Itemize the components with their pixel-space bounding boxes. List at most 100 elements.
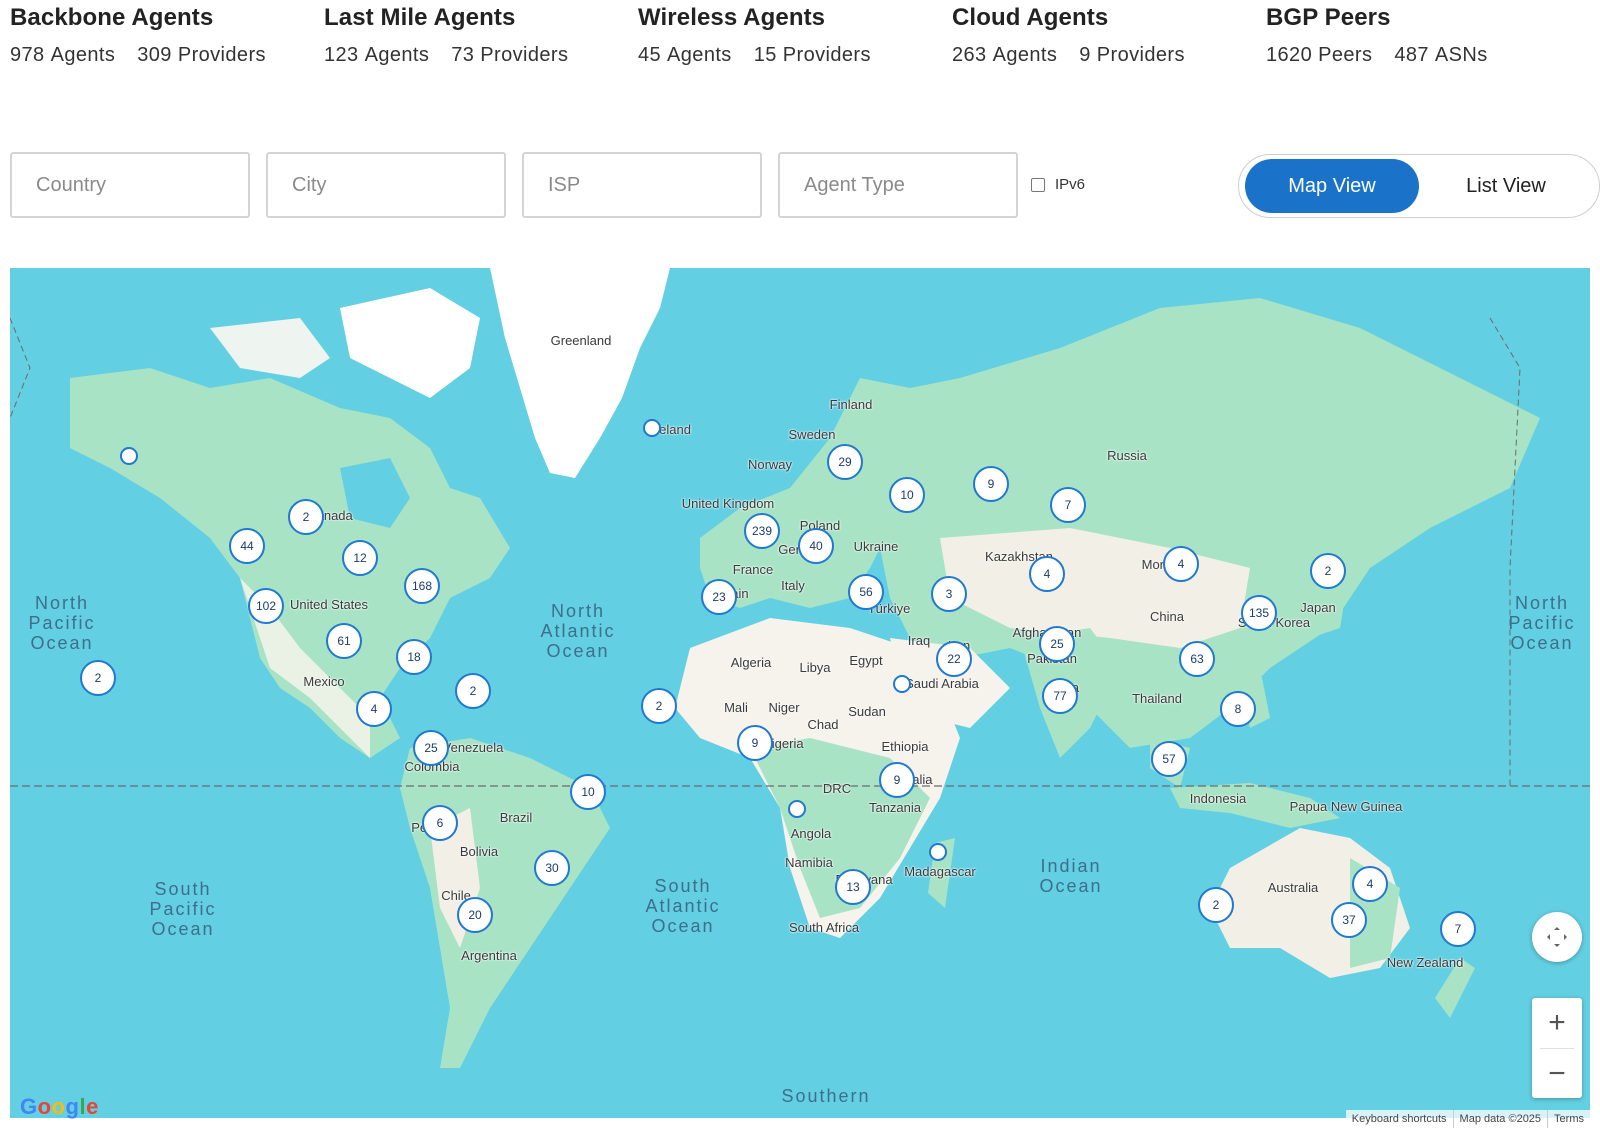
place-label: Indonesia bbox=[1189, 791, 1247, 806]
place-label: Mali bbox=[724, 700, 748, 715]
zoom-out-button[interactable]: − bbox=[1532, 1049, 1582, 1099]
map-cluster-marker[interactable]: 2 bbox=[80, 660, 116, 696]
ocean-label: North Atlantic Ocean bbox=[540, 601, 616, 661]
map-cluster-marker[interactable]: 7 bbox=[1440, 911, 1476, 947]
map-cluster-marker[interactable]: 4 bbox=[1029, 556, 1065, 592]
map-cluster-marker[interactable]: 10 bbox=[889, 477, 925, 513]
map-cluster-marker[interactable]: 61 bbox=[326, 623, 362, 659]
isp-input[interactable] bbox=[524, 154, 760, 216]
map-cluster-marker[interactable]: 18 bbox=[396, 639, 432, 675]
map-cluster-marker[interactable]: 4 bbox=[1163, 546, 1199, 582]
place-label: Norway bbox=[747, 457, 793, 472]
place-label: France bbox=[732, 562, 774, 577]
place-label: Japan bbox=[1300, 600, 1336, 615]
place-label: Saudi Arabia bbox=[905, 676, 979, 691]
map-marker-single[interactable] bbox=[643, 419, 661, 437]
place-label: Egypt bbox=[849, 653, 883, 668]
map-cluster-marker[interactable]: 2 bbox=[1198, 887, 1234, 923]
place-label: Russia bbox=[1107, 448, 1147, 463]
stat-unit: ASNs bbox=[1434, 44, 1488, 66]
stat-unit: Peers bbox=[1318, 44, 1373, 66]
agent-type-field[interactable] bbox=[778, 152, 1018, 218]
zoom-in-icon: + bbox=[1548, 1006, 1566, 1039]
terms-link[interactable]: Terms bbox=[1547, 1110, 1590, 1128]
map-cluster-marker[interactable]: 63 bbox=[1179, 641, 1215, 677]
map-cluster-marker[interactable]: 2 bbox=[455, 673, 491, 709]
ipv6-checkbox[interactable]: IPv6 bbox=[1031, 176, 1085, 193]
keyboard-shortcuts-link[interactable]: Keyboard shortcuts bbox=[1346, 1110, 1453, 1128]
zoom-in-button[interactable]: + bbox=[1532, 998, 1582, 1048]
list-view-button[interactable]: List View bbox=[1419, 159, 1593, 213]
map-cluster-marker[interactable]: 9 bbox=[973, 466, 1009, 502]
zoom-out-icon: − bbox=[1548, 1057, 1566, 1090]
checkbox-box[interactable] bbox=[1031, 177, 1045, 192]
agent-type-input[interactable] bbox=[780, 154, 1016, 216]
map-cluster-marker[interactable]: 57 bbox=[1151, 741, 1187, 777]
map-cluster-marker[interactable]: 29 bbox=[827, 444, 863, 480]
fullscreen-button[interactable] bbox=[1532, 912, 1582, 962]
stat-title: Backbone Agents bbox=[10, 4, 214, 31]
stat-unit: Providers bbox=[782, 44, 871, 66]
map-data-label: Map data ©2025 bbox=[1452, 1110, 1548, 1128]
country-field[interactable] bbox=[10, 152, 250, 218]
map-cluster-marker[interactable]: 4 bbox=[1352, 866, 1388, 902]
city-input[interactable] bbox=[268, 154, 504, 216]
map-land-layer bbox=[10, 268, 1590, 1128]
map-cluster-marker[interactable]: 22 bbox=[936, 641, 972, 677]
map-cluster-marker[interactable]: 7 bbox=[1050, 487, 1086, 523]
world-map[interactable]: North Pacific Ocean North Atlantic Ocean… bbox=[10, 268, 1590, 1128]
place-label: Ethiopia bbox=[881, 739, 929, 754]
map-view-button[interactable]: Map View bbox=[1245, 159, 1419, 213]
map-cluster-marker[interactable]: 4 bbox=[356, 691, 392, 727]
map-cluster-marker[interactable]: 56 bbox=[848, 574, 884, 610]
map-cluster-marker[interactable]: 3 bbox=[931, 576, 967, 612]
map-cluster-marker[interactable]: 102 bbox=[248, 588, 284, 624]
map-cluster-marker[interactable]: 135 bbox=[1241, 595, 1277, 631]
map-cluster-marker[interactable]: 9 bbox=[879, 762, 915, 798]
map-cluster-marker[interactable]: 30 bbox=[534, 850, 570, 886]
ocean-label: South Atlantic Ocean bbox=[645, 876, 721, 936]
place-label: Finland bbox=[829, 397, 873, 412]
place-label: Venezuela bbox=[442, 740, 504, 755]
stat-unit: Agents bbox=[50, 44, 116, 66]
map-cluster-marker[interactable]: 25 bbox=[413, 730, 449, 766]
map-cluster-marker[interactable]: 44 bbox=[229, 528, 265, 564]
map-cluster-marker[interactable]: 20 bbox=[457, 897, 493, 933]
map-cluster-marker[interactable]: 8 bbox=[1220, 691, 1256, 727]
country-input[interactable] bbox=[12, 154, 248, 216]
map-cluster-marker[interactable]: 2 bbox=[288, 499, 324, 535]
map-cluster-marker[interactable]: 9 bbox=[737, 725, 773, 761]
place-label: Mexico bbox=[303, 674, 345, 689]
stat-unit: Agents bbox=[667, 44, 732, 66]
map-cluster-marker[interactable]: 12 bbox=[342, 540, 378, 576]
ocean-label: North Pacific Ocean bbox=[1508, 593, 1576, 653]
stat-value: 487 bbox=[1394, 44, 1429, 66]
place-label: Libya bbox=[799, 660, 831, 675]
map-cluster-marker[interactable]: 23 bbox=[701, 579, 737, 615]
map-marker-single[interactable] bbox=[788, 800, 806, 818]
stat-unit: Agents bbox=[364, 44, 430, 66]
map-cluster-marker[interactable]: 77 bbox=[1042, 678, 1078, 714]
map-marker-single[interactable] bbox=[120, 447, 138, 465]
map-cluster-marker[interactable]: 2 bbox=[641, 688, 677, 724]
map-cluster-marker[interactable]: 168 bbox=[404, 568, 440, 604]
map-cluster-marker[interactable]: 239 bbox=[744, 513, 780, 549]
fullscreen-icon bbox=[1547, 927, 1567, 947]
stat-unit: Providers bbox=[480, 44, 569, 66]
map-marker-single[interactable] bbox=[893, 675, 911, 693]
map-cluster-marker[interactable]: 40 bbox=[798, 528, 834, 564]
isp-field[interactable] bbox=[522, 152, 762, 218]
place-label: Iraq bbox=[907, 633, 931, 648]
place-label: Greenland bbox=[550, 333, 612, 348]
place-label: Papua New Guinea bbox=[1289, 799, 1403, 814]
map-cluster-marker[interactable]: 13 bbox=[835, 869, 871, 905]
map-cluster-marker[interactable]: 10 bbox=[570, 774, 606, 810]
stat-title: Wireless Agents bbox=[638, 4, 826, 31]
map-cluster-marker[interactable]: 2 bbox=[1310, 553, 1346, 589]
city-field[interactable] bbox=[266, 152, 506, 218]
map-cluster-marker[interactable]: 25 bbox=[1039, 626, 1075, 662]
stat-last-mile: Last Mile Agents 123 Agents 73 Providers bbox=[324, 4, 568, 67]
map-cluster-marker[interactable]: 6 bbox=[422, 805, 458, 841]
map-marker-single[interactable] bbox=[929, 843, 947, 861]
map-cluster-marker[interactable]: 37 bbox=[1331, 902, 1367, 938]
